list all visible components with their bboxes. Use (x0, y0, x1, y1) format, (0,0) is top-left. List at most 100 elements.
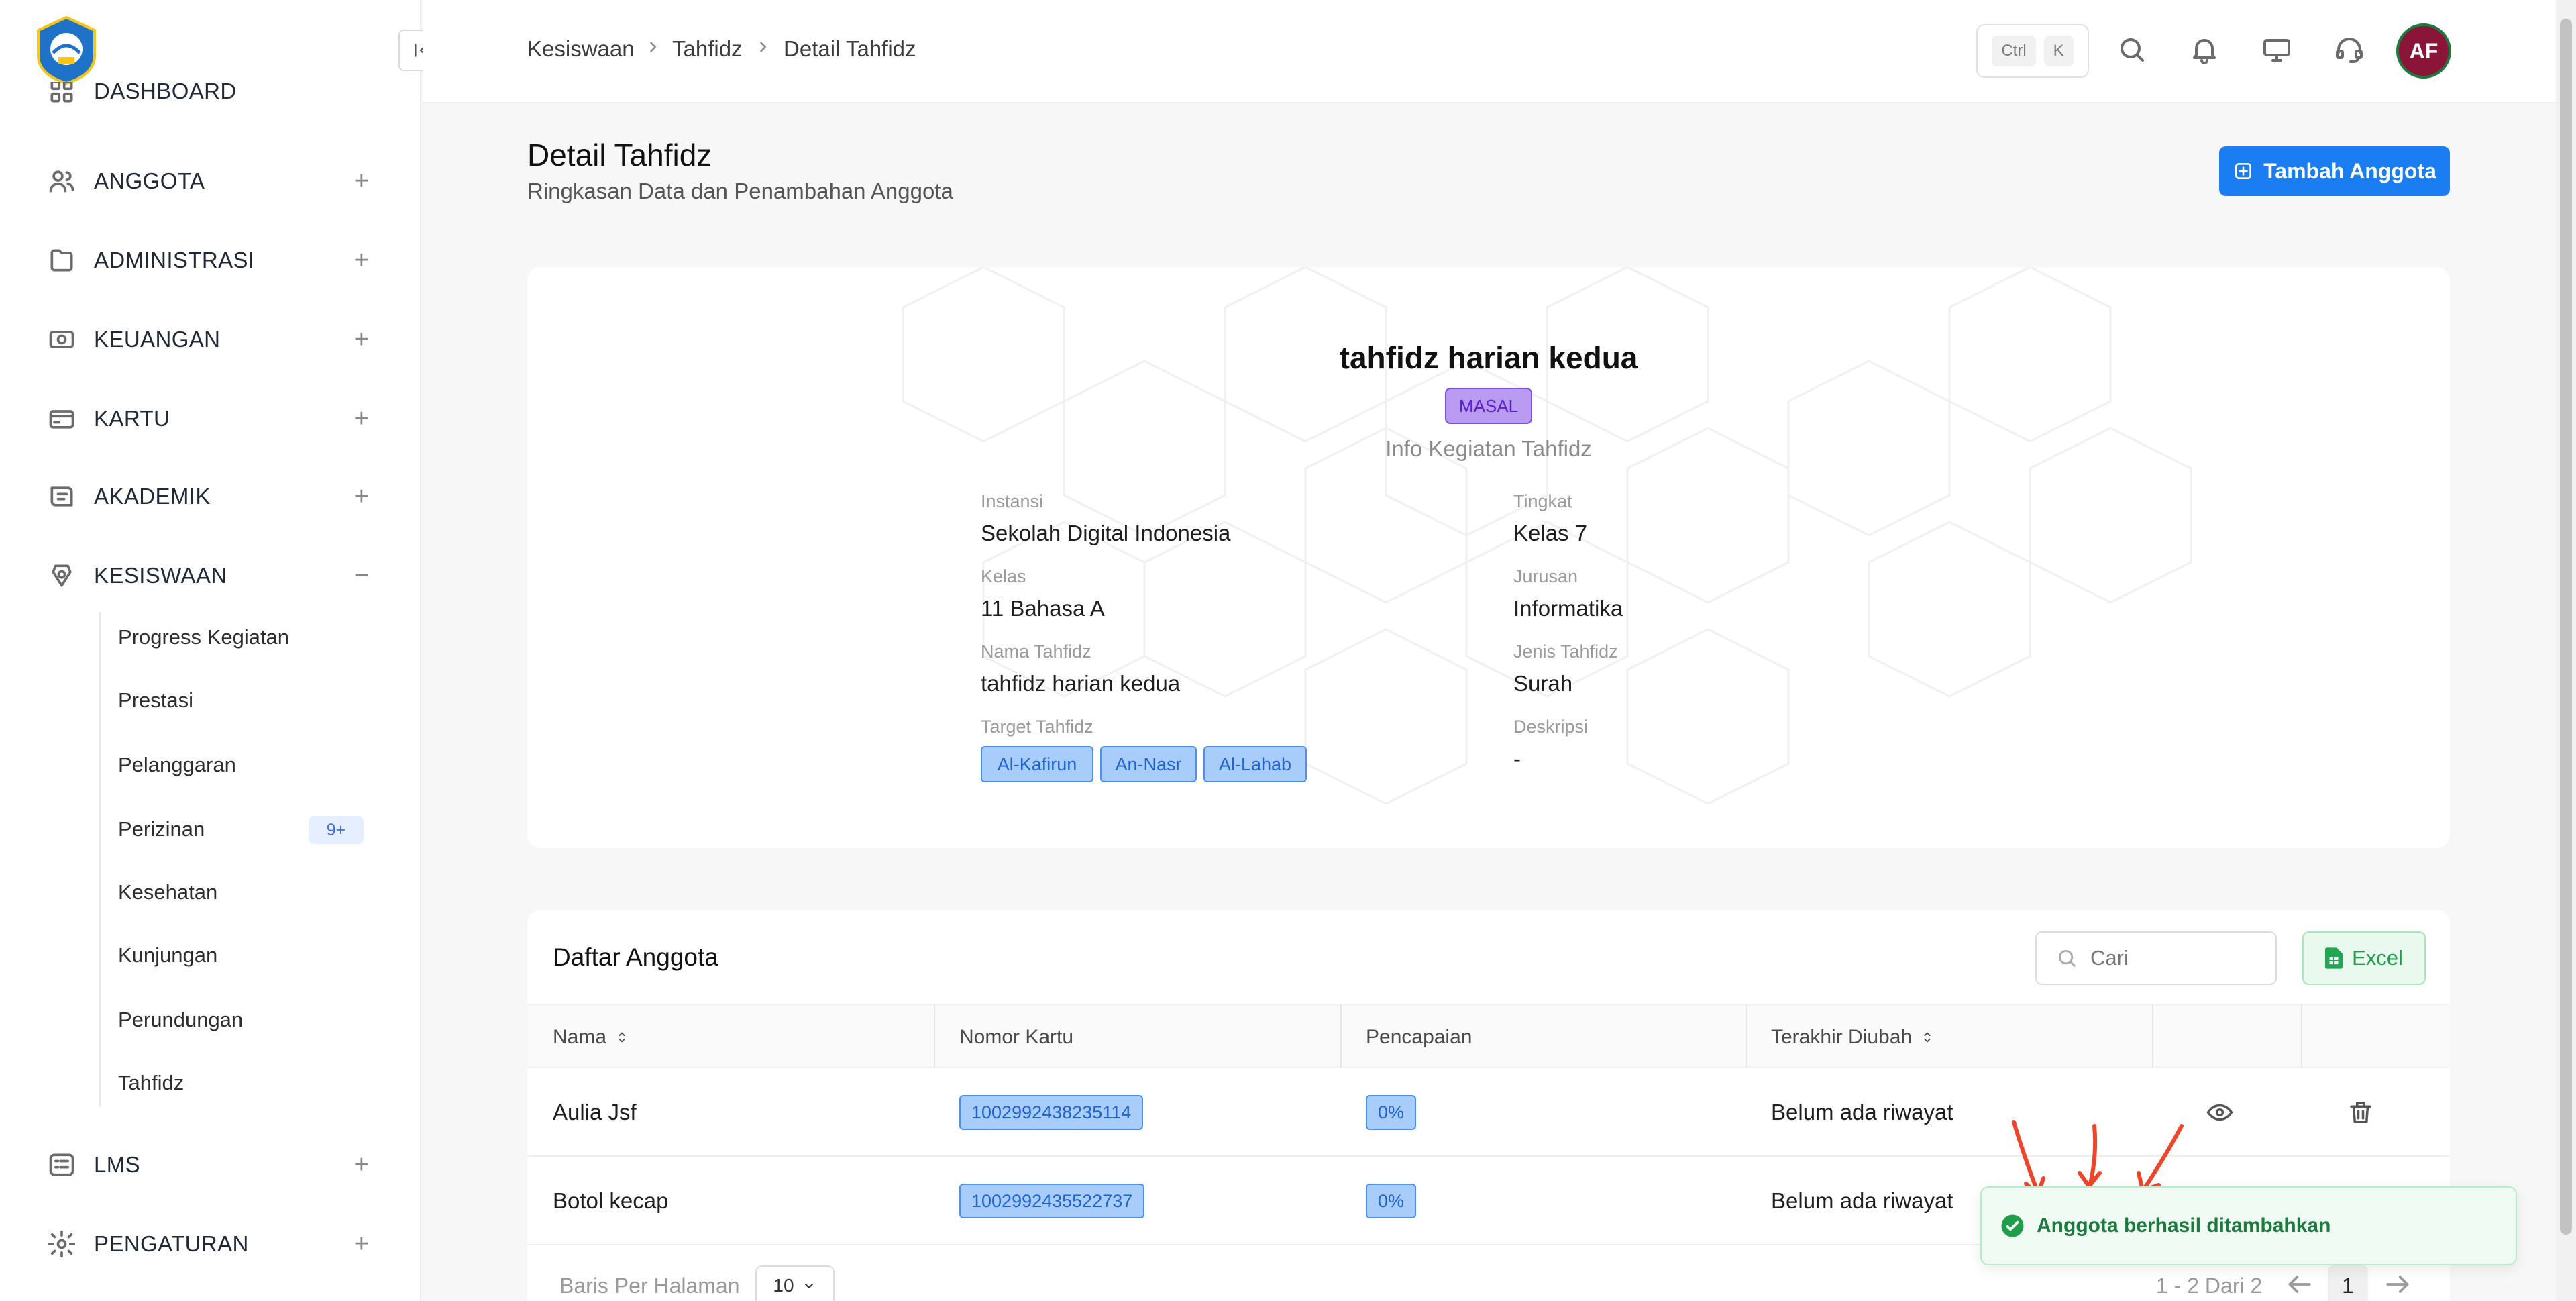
field-label-tingkat: Tingkat (1513, 491, 1572, 511)
achievement-tag: 0% (1366, 1184, 1417, 1218)
scrollbar-thumb[interactable] (2560, 19, 2572, 1235)
sidebar-subitem-kesehatan[interactable]: Kesehatan (118, 880, 217, 904)
info-subtitle: Info Kegiatan Tahfidz (1385, 436, 1592, 461)
user-avatar[interactable]: AF (2396, 23, 2451, 79)
expand-icon[interactable]: + (354, 482, 369, 511)
sidebar-subitem-perizinan[interactable]: Perizinan (118, 817, 205, 841)
field-value-nama-tahfidz: tahfidz harian kedua (981, 671, 1181, 696)
search-input[interactable] (2090, 946, 2258, 970)
sidebar-item-anggota[interactable]: ANGGOTA + (47, 161, 369, 201)
column-header-nama[interactable]: Nama (553, 1005, 629, 1070)
sidebar-item-keuangan[interactable]: KEUANGAN + (47, 319, 369, 360)
rows-per-page-label: Baris Per Halaman (559, 1273, 740, 1298)
export-excel-button[interactable]: Excel (2302, 931, 2426, 985)
grid-icon (50, 82, 73, 103)
student-icon (52, 564, 72, 587)
sidebar-item-label: PENGATURAN (94, 1231, 249, 1256)
trash-icon[interactable] (2347, 1098, 2375, 1127)
arrow-left-icon[interactable] (2285, 1269, 2314, 1299)
add-member-button[interactable]: Tambah Anggota (2219, 146, 2450, 196)
arrow-right-icon[interactable] (2383, 1269, 2412, 1299)
expand-icon[interactable]: + (354, 167, 369, 196)
chevron-down-icon (804, 1284, 813, 1288)
search-icon (2058, 949, 2076, 967)
expand-icon[interactable]: + (354, 1151, 369, 1180)
sidebar-item-label: DASHBOARD (94, 82, 237, 103)
target-tag: Al-Kafirun (981, 746, 1093, 782)
column-divider (2301, 1004, 2302, 1068)
breadcrumb-current: Detail Tahfidz (784, 36, 916, 61)
sidebar-subitem-pelanggaran[interactable]: Pelanggaran (118, 753, 236, 777)
expand-icon[interactable]: + (354, 1230, 369, 1259)
headset-icon[interactable] (2333, 34, 2365, 66)
search-icon[interactable] (2116, 34, 2148, 66)
rows-per-page-value: 10 (773, 1275, 794, 1296)
annotation-arrow (2088, 1124, 2098, 1186)
field-label-instansi: Instansi (981, 491, 1044, 511)
type-badge: MASAL (1445, 388, 1532, 424)
eye-icon[interactable] (2206, 1098, 2234, 1127)
search-shortcut-button[interactable]: Ctrl K (1976, 24, 2089, 78)
sidebar-subitem-prestasi[interactable]: Prestasi (118, 688, 193, 713)
pagination-range: 1 - 2 Dari 2 (2156, 1273, 2263, 1298)
cell-terakhir-diubah: Belum ada riwayat (1771, 1100, 1953, 1125)
target-tag: Al-Lahab (1203, 746, 1307, 782)
field-label-target-tahfidz: Target Tahfidz (981, 717, 1093, 737)
success-toast: Anggota berhasil ditambahkan (1980, 1186, 2517, 1265)
page-title: Detail Tahfidz (527, 138, 712, 172)
breadcrumb-kesiswaan[interactable]: Kesiswaan (527, 36, 635, 62)
sidebar-item-label: LMS (94, 1152, 141, 1177)
tahfidz-info-card: tahfidz harian kedua MASAL Info Kegiatan… (527, 267, 2450, 848)
expand-icon[interactable]: + (354, 325, 369, 354)
sort-icon[interactable] (614, 1029, 629, 1046)
academic-icon (50, 486, 73, 507)
cell-nama: Aulia Jsf (553, 1100, 637, 1125)
column-divider (1340, 1004, 1342, 1068)
field-label-deskripsi: Deskripsi (1513, 717, 1589, 737)
sort-icon[interactable] (1920, 1029, 1935, 1046)
sidebar-item-pengaturan[interactable]: PENGATURAN + (47, 1224, 369, 1264)
folder-icon (50, 249, 73, 272)
page-subtitle: Ringkasan Data dan Penambahan Anggota (527, 178, 953, 203)
sidebar-item-label: KARTU (94, 406, 170, 431)
sidebar-item-label: KESISWAAN (94, 563, 227, 588)
plus-square-icon (2235, 163, 2252, 179)
sidebar-item-dashboard[interactable]: DASHBOARD (47, 82, 369, 115)
sidebar-item-administrasi[interactable]: ADMINISTRASI + (47, 240, 369, 280)
gear-icon (48, 1230, 76, 1258)
sidebar-subitem-tahfidz[interactable]: Tahfidz (118, 1071, 184, 1095)
kbd-k: K (2043, 36, 2074, 66)
sidebar-item-label: ADMINISTRASI (94, 248, 255, 272)
card-number-tag: 1002992435522737 (959, 1184, 1145, 1218)
card-icon (49, 410, 74, 429)
column-header-terakhir-diubah[interactable]: Terakhir Diubah (1771, 1005, 1935, 1070)
sidebar-item-lms[interactable]: LMS + (47, 1145, 369, 1185)
sidebar-subitem-perundungan[interactable]: Perundungan (118, 1008, 243, 1032)
expand-icon[interactable]: + (354, 246, 369, 275)
column-divider (2152, 1004, 2153, 1068)
field-value-jenis-tahfidz: Surah (1513, 671, 1573, 696)
monitor-icon[interactable] (2261, 34, 2293, 66)
sidebar-item-kesiswaan[interactable]: KESISWAAN − (47, 556, 369, 596)
sidebar-subitem-kunjungan[interactable]: Kunjungan (118, 943, 217, 968)
sidebar-subitem-progress-kegiatan[interactable]: Progress Kegiatan (118, 625, 289, 649)
submenu-guide-line (99, 612, 101, 1107)
field-label-jurusan: Jurusan (1513, 566, 1578, 586)
column-header-label: Terakhir Diubah (1771, 1026, 1913, 1048)
field-value-jurusan: Informatika (1513, 596, 1623, 621)
page-number-button[interactable]: 1 (2328, 1265, 2368, 1301)
sidebar: DASHBOARD ANGGOTA + ADMINISTRASI + KEUAN… (0, 0, 443, 1301)
expand-icon[interactable]: + (354, 405, 369, 433)
breadcrumb-tahfidz[interactable]: Tahfidz (672, 36, 743, 62)
field-value-instansi: Sekolah Digital Indonesia (981, 521, 1231, 545)
sidebar-item-kartu[interactable]: KARTU + (47, 399, 369, 439)
sidebar-item-akademik[interactable]: AKADEMIK + (47, 476, 369, 517)
bell-icon[interactable] (2188, 34, 2220, 66)
sidebar-item-label: AKADEMIK (94, 484, 211, 509)
collapse-icon[interactable]: − (354, 562, 369, 590)
check-circle-icon (2001, 1214, 2024, 1237)
search-field[interactable] (2035, 931, 2277, 985)
cell-terakhir-diubah: Belum ada riwayat (1771, 1188, 1953, 1213)
tut-wuri-logo[interactable] (33, 15, 100, 85)
rows-per-page-select[interactable]: 10 (755, 1265, 835, 1301)
